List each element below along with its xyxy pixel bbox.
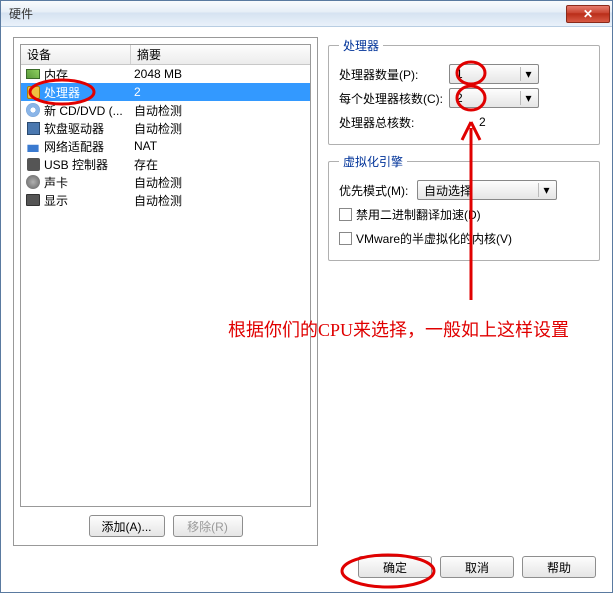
device-name: 软盘驱动器 [44, 120, 132, 137]
device-row[interactable]: 内存2048 MB [21, 65, 310, 83]
device-summary: 2048 MB [132, 67, 310, 81]
right-panel: 处理器 处理器数量(P): 1 ▾ 每个处理器核数(C): 2 ▾ [328, 37, 600, 546]
device-summary: 自动检测 [132, 120, 310, 137]
device-name: 声卡 [44, 174, 132, 191]
device-list[interactable]: 设备 摘要 内存2048 MB处理器2新 CD/DVD (...自动检测软盘驱动… [20, 44, 311, 507]
close-button[interactable]: ✕ [566, 5, 610, 23]
device-icon [25, 102, 41, 118]
device-name: 内存 [44, 66, 132, 83]
content-area: 设备 摘要 内存2048 MB处理器2新 CD/DVD (...自动检测软盘驱动… [1, 27, 612, 592]
remove-button[interactable]: 移除(R) [173, 515, 243, 537]
device-icon [25, 120, 41, 136]
device-summary: 存在 [132, 156, 310, 173]
device-name: 新 CD/DVD (... [44, 102, 132, 119]
device-summary: 自动检测 [132, 192, 310, 209]
device-name: 显示 [44, 192, 132, 209]
virt-mode-select[interactable]: 自动选择 ▾ [417, 180, 557, 200]
device-name: USB 控制器 [44, 156, 132, 173]
device-name: 处理器 [44, 84, 132, 101]
list-header[interactable]: 设备 摘要 [21, 45, 310, 65]
device-row[interactable]: 显示自动检测 [21, 191, 310, 209]
proc-total-value: 2 [449, 115, 589, 129]
proc-cores-select[interactable]: 2 ▾ [449, 88, 539, 108]
device-summary: 自动检测 [132, 174, 310, 191]
add-button[interactable]: 添加(A)... [89, 515, 165, 537]
proc-total-label: 处理器总核数: [339, 114, 449, 131]
header-device[interactable]: 设备 [21, 45, 131, 64]
chevron-down-icon: ▾ [538, 183, 554, 197]
virtualization-group: 虚拟化引擎 优先模式(M): 自动选择 ▾ 禁用二进制翻译加速(D) [328, 153, 600, 261]
cancel-button[interactable]: 取消 [440, 556, 514, 578]
vmware-kernel-label: VMware的半虚拟化的内核(V) [356, 230, 512, 247]
proc-cores-label: 每个处理器核数(C): [339, 90, 449, 107]
device-icon [25, 156, 41, 172]
device-row[interactable]: USB 控制器存在 [21, 155, 310, 173]
proc-count-select[interactable]: 1 ▾ [449, 64, 539, 84]
device-row[interactable]: 软盘驱动器自动检测 [21, 119, 310, 137]
disable-binary-label: 禁用二进制翻译加速(D) [356, 206, 481, 223]
vmware-kernel-checkbox[interactable] [339, 232, 352, 245]
processor-group: 处理器 处理器数量(P): 1 ▾ 每个处理器核数(C): 2 ▾ [328, 37, 600, 145]
bottom-buttons: 确定 取消 帮助 [13, 546, 600, 580]
device-name: 网络适配器 [44, 138, 132, 155]
device-row[interactable]: 声卡自动检测 [21, 173, 310, 191]
ok-button[interactable]: 确定 [358, 556, 432, 578]
device-icon [25, 192, 41, 208]
disable-binary-checkbox[interactable] [339, 208, 352, 221]
proc-count-value: 1 [456, 67, 463, 81]
chevron-down-icon: ▾ [520, 67, 536, 81]
close-icon: ✕ [583, 7, 593, 21]
proc-cores-value: 2 [456, 91, 463, 105]
header-summary[interactable]: 摘要 [131, 45, 310, 64]
device-summary: 2 [132, 85, 310, 99]
help-button[interactable]: 帮助 [522, 556, 596, 578]
device-icon [25, 84, 41, 100]
device-summary: 自动检测 [132, 102, 310, 119]
processor-legend: 处理器 [339, 37, 383, 54]
device-row[interactable]: 网络适配器NAT [21, 137, 310, 155]
device-summary: NAT [132, 139, 310, 153]
titlebar[interactable]: 硬件 ✕ [1, 1, 612, 27]
device-row[interactable]: 处理器2 [21, 83, 310, 101]
left-panel: 设备 摘要 内存2048 MB处理器2新 CD/DVD (...自动检测软盘驱动… [13, 37, 318, 546]
virt-mode-label: 优先模式(M): [339, 182, 417, 199]
virt-mode-value: 自动选择 [424, 182, 472, 199]
device-row[interactable]: 新 CD/DVD (...自动检测 [21, 101, 310, 119]
window-title: 硬件 [9, 5, 566, 22]
hardware-dialog: 硬件 ✕ 设备 摘要 内存2048 MB处理器2新 CD/DVD (...自动检… [0, 0, 613, 593]
device-icon [25, 66, 41, 82]
device-icon [25, 138, 41, 154]
device-icon [25, 174, 41, 190]
proc-count-label: 处理器数量(P): [339, 66, 449, 83]
chevron-down-icon: ▾ [520, 91, 536, 105]
virt-legend: 虚拟化引擎 [339, 153, 407, 170]
